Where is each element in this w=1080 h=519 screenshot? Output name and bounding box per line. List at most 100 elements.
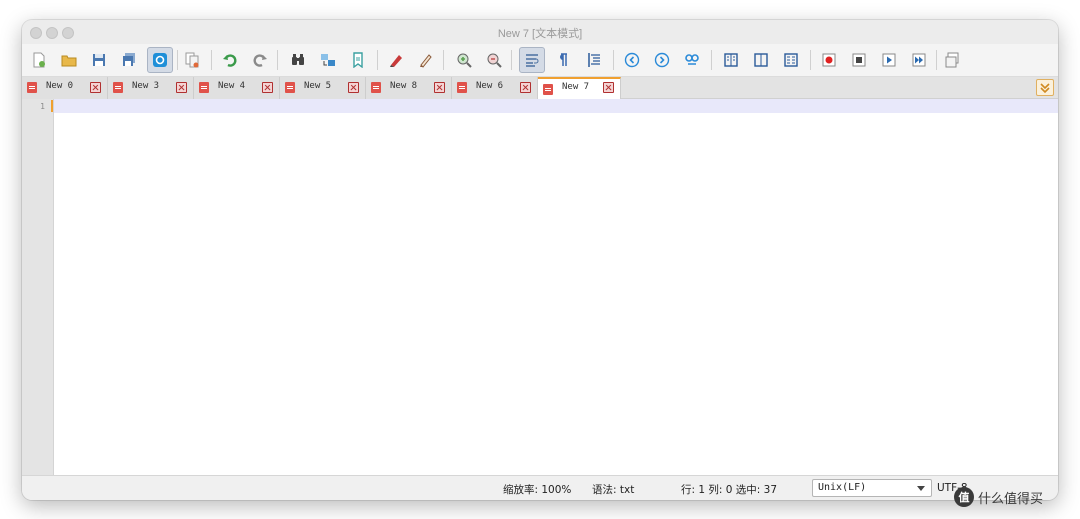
tab-new-0[interactable]: New 0 <box>22 77 108 99</box>
next-button[interactable] <box>649 47 675 73</box>
sync-scroll-button[interactable] <box>679 47 705 73</box>
tab-new-4[interactable]: New 4 <box>194 77 280 99</box>
watermark: 值 什么值得买 <box>954 486 1043 508</box>
show-symbols-button[interactable] <box>549 47 575 73</box>
zoom-out-icon <box>487 53 502 68</box>
close-tab-icon[interactable] <box>348 82 359 93</box>
bookmark-button[interactable] <box>345 47 371 73</box>
cursor-position: 行: 1 列: 0 选中: 37 <box>681 484 778 496</box>
new-file-icon <box>33 52 45 68</box>
zoom-in-button[interactable] <box>451 47 477 73</box>
run-macro-multiple-button[interactable] <box>906 47 932 73</box>
play-macro-icon <box>882 53 896 67</box>
previous-button[interactable] <box>619 47 645 73</box>
bookmark-icon <box>353 52 363 68</box>
app-window: New 7 [文本模式] New 7 New 6 New 8 New 5 New 4 Ne… <box>22 20 1058 500</box>
tab-new-8[interactable]: New 8 <box>366 77 452 99</box>
split-horizontal-icon <box>724 53 738 67</box>
play-macro-button[interactable] <box>876 47 902 73</box>
tab-new-3[interactable]: New 3 <box>108 77 194 99</box>
save-icon <box>93 54 105 66</box>
close-tab-icon[interactable] <box>520 82 531 93</box>
record-macro-button[interactable] <box>816 47 842 73</box>
file-icon <box>199 82 209 93</box>
toolbar-separator <box>177 50 178 70</box>
toolbar-separator <box>211 50 212 70</box>
toolbar-separator <box>613 50 614 70</box>
close-tab-icon[interactable] <box>262 82 273 93</box>
close-tab-icon[interactable] <box>176 82 187 93</box>
redo-button[interactable] <box>247 47 273 73</box>
split-horizontal-button[interactable] <box>718 47 744 73</box>
undo-icon <box>223 54 237 67</box>
tab-new-7[interactable]: New 7 <box>538 77 621 99</box>
file-icon <box>543 84 553 95</box>
chevron-down-icon <box>917 486 925 491</box>
toolbar-separator <box>277 50 278 70</box>
line-ending-select[interactable]: Unix(LF) <box>812 479 932 497</box>
save-button[interactable] <box>86 47 112 73</box>
toolbar-separator <box>711 50 712 70</box>
undo-button[interactable] <box>217 47 243 73</box>
save-macro-icon <box>945 52 959 68</box>
show-symbols-icon <box>560 53 567 66</box>
open-folder-button[interactable] <box>56 47 82 73</box>
close-tab-icon[interactable] <box>434 82 445 93</box>
file-icon <box>113 82 123 93</box>
compare-icon <box>784 53 798 67</box>
word-wrap-icon <box>526 54 539 67</box>
word-wrap-button[interactable] <box>519 47 545 73</box>
copy-file-button[interactable] <box>179 47 205 73</box>
close-tab-icon[interactable] <box>90 82 101 93</box>
status-bar: 缩放率: 100% 语法: txt 行: 1 列: 0 选中: 37 Unix(… <box>22 475 1058 500</box>
toolbar-separator <box>443 50 444 70</box>
current-line-highlight <box>54 99 1058 113</box>
syntax-mode[interactable]: 语法: txt <box>592 482 634 497</box>
watermark-logo: 值 <box>954 487 974 507</box>
tab-new-5[interactable]: New 5 <box>280 77 366 99</box>
split-vertical-icon <box>754 53 768 67</box>
compare-button[interactable] <box>778 47 804 73</box>
stop-macro-button[interactable] <box>846 47 872 73</box>
save-all-icon <box>123 53 135 66</box>
highlight-button[interactable] <box>383 47 409 73</box>
close-tab-icon[interactable] <box>603 82 614 93</box>
record-macro-icon <box>822 53 836 67</box>
replace-button[interactable] <box>315 47 341 73</box>
tab-label: New 7 <box>562 82 590 92</box>
text-editor[interactable]: 1 <box>22 99 1058 475</box>
file-icon <box>285 82 295 93</box>
toolbar-separator <box>511 50 512 70</box>
file-icon <box>27 82 37 93</box>
tab-label: New 6 <box>476 81 504 91</box>
toolbar-separator <box>936 50 937 70</box>
previous-icon <box>624 52 640 68</box>
tab-label: New 4 <box>218 81 246 91</box>
window-title: New 7 [文本模式] <box>497 28 583 40</box>
tab-new-6[interactable]: New 6 <box>452 77 538 99</box>
find-icon <box>292 54 304 65</box>
save-macro-button[interactable] <box>940 47 966 73</box>
watermark-text: 什么值得买 <box>978 491 1044 507</box>
indent-guide-icon <box>588 53 600 67</box>
text-caret <box>51 100 53 112</box>
toggle-active-icon <box>153 53 167 67</box>
tab-bar: New 7 New 6 New 8 New 5 New 4 New 3 New 0 <box>22 77 1058 99</box>
zoom-in-icon <box>457 53 472 68</box>
clear-highlight-button[interactable] <box>413 47 439 73</box>
tab-label: New 0 <box>46 81 74 91</box>
save-all-button[interactable] <box>116 47 142 73</box>
zoom-level: 缩放率: 100% <box>503 484 572 496</box>
new-file-button[interactable] <box>26 47 52 73</box>
zoom-out-button[interactable] <box>481 47 507 73</box>
toolbar <box>22 44 1058 77</box>
toggle-active-button[interactable] <box>147 47 173 73</box>
tab-list-button[interactable] <box>1036 79 1054 96</box>
double-chevron-down-icon <box>1040 82 1050 93</box>
split-vertical-button[interactable] <box>748 47 774 73</box>
indent-guide-button[interactable] <box>581 47 607 73</box>
title-bar: New 7 [文本模式] <box>22 20 1058 44</box>
copy-file-icon <box>185 52 199 68</box>
sync-scroll-icon <box>685 54 699 65</box>
find-button[interactable] <box>285 47 311 73</box>
